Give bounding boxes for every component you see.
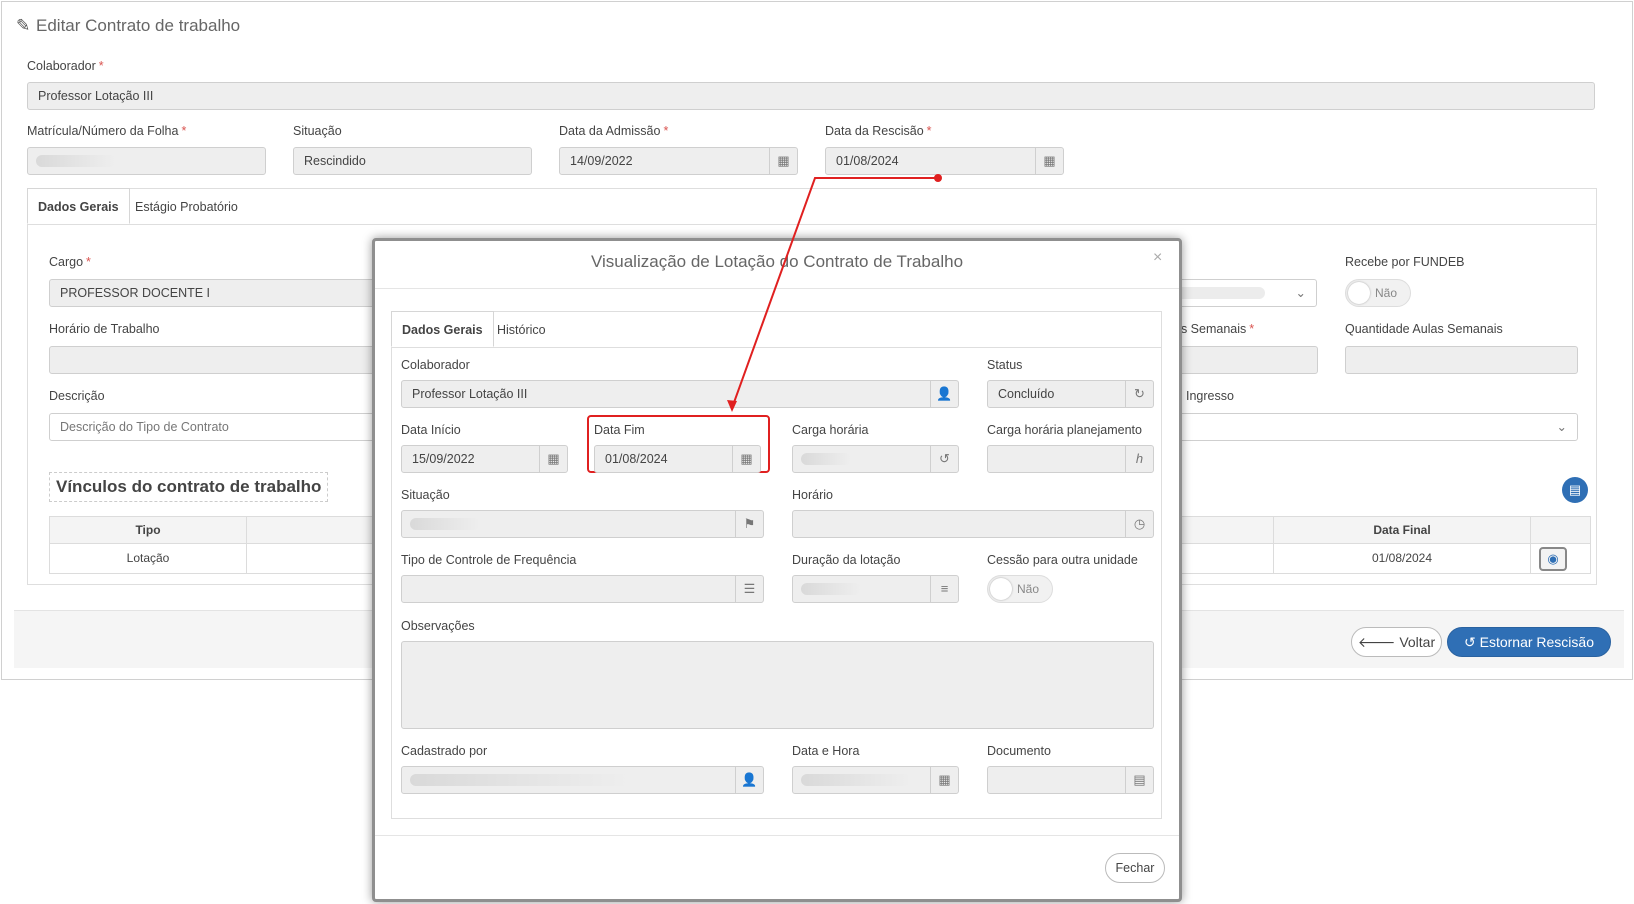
annotation-arrow-line (731, 177, 938, 409)
annotation-arrow (727, 174, 942, 412)
annotation-arrow-head (727, 400, 737, 412)
annotation-arrow-dot (934, 174, 942, 182)
